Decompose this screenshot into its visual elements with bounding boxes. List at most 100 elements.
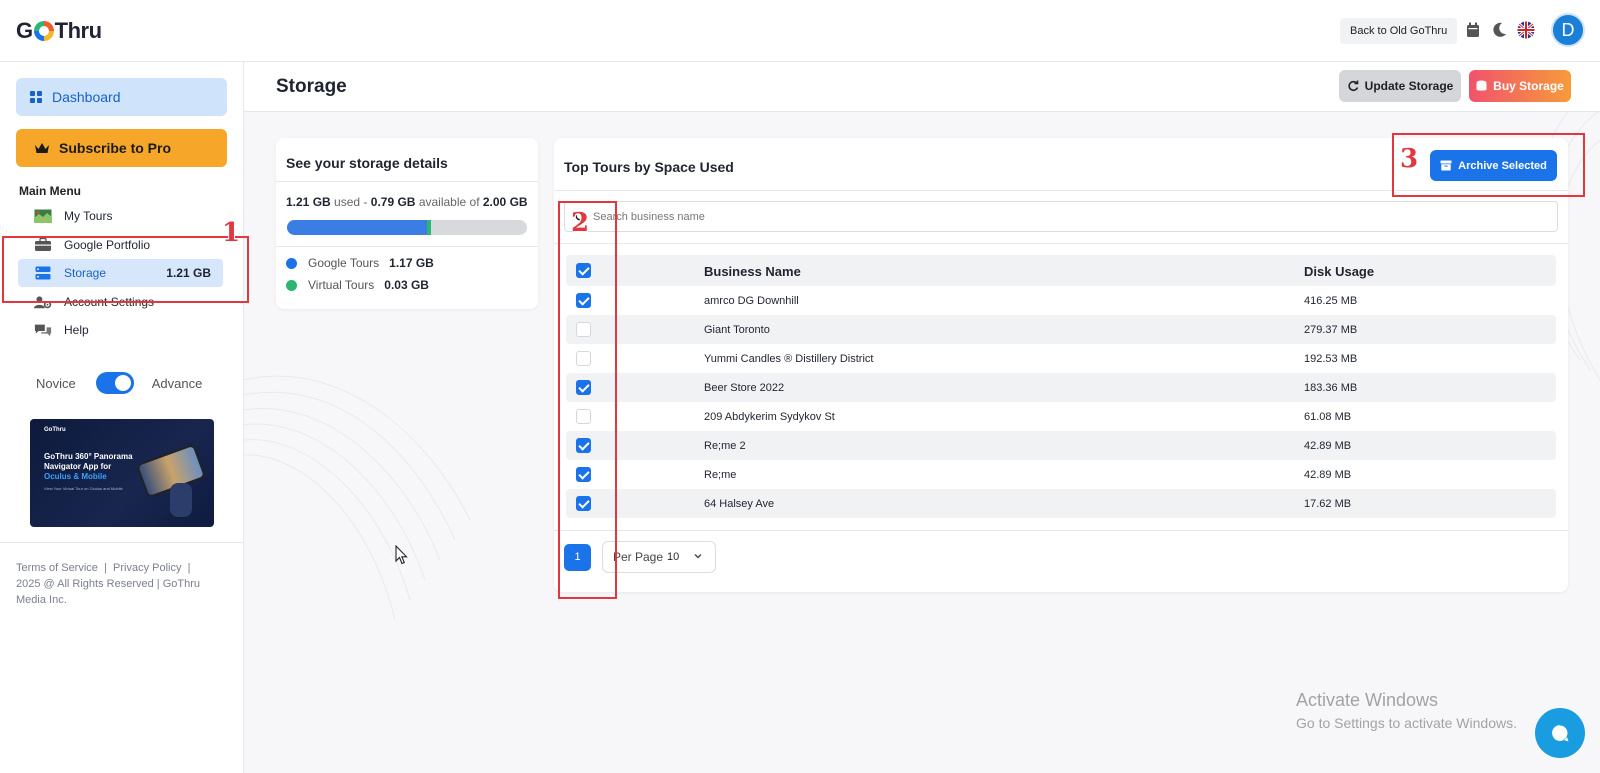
- uk-flag-language-icon[interactable]: [1516, 20, 1536, 40]
- available-value: 0.79 GB: [370, 195, 416, 209]
- sidebar-item-label: My Tours: [64, 209, 113, 223]
- annotation-box-1: [2, 236, 249, 303]
- disk-usage-cell: 192.53 MB: [1304, 353, 1358, 365]
- promo-vr-headset-image: [170, 483, 192, 517]
- used-value: 1.21 GB: [286, 195, 331, 209]
- storage-details-card: See your storage details 1.21 GB used - …: [276, 138, 538, 309]
- mouse-cursor-icon: [395, 545, 408, 565]
- search-input[interactable]: [593, 210, 1293, 223]
- table-row[interactable]: Giant Toronto 279.37 MB: [566, 315, 1556, 344]
- top-bar: G Thru Back to Old GoThru D: [0, 0, 1600, 62]
- update-storage-button[interactable]: Update Storage: [1339, 70, 1461, 102]
- annotation-number-3: 3: [1400, 144, 1419, 174]
- buy-storage-label: Buy Storage: [1493, 79, 1564, 93]
- mode-toggle-row: Novice Advance: [36, 372, 202, 394]
- column-header-business-name[interactable]: Business Name: [704, 264, 801, 279]
- table-row[interactable]: amrco DG Downhill 416.25 MB: [566, 286, 1556, 315]
- annotation-number-1: 1: [222, 218, 241, 248]
- business-name-cell: 209 Abdykerim Sydykov St: [704, 411, 835, 423]
- watermark-line-2: Go to Settings to activate Windows.: [1296, 715, 1517, 731]
- divider: [276, 246, 538, 247]
- sidebar-item-my-tours[interactable]: My Tours: [18, 202, 223, 230]
- business-name-cell: Beer Store 2022: [704, 382, 785, 394]
- dashboard-grid-icon: [30, 91, 42, 103]
- legend-google-tours: Google Tours 1.17 GB: [286, 256, 434, 270]
- gothru-logo[interactable]: G Thru: [16, 18, 102, 44]
- table-header: Business Name Disk Usage: [566, 255, 1556, 286]
- promo-title: GoThru 360° Panorama Navigator App for O…: [44, 452, 133, 481]
- google-tours-bar-segment: [287, 220, 428, 235]
- sidebar-item-label: Help: [64, 323, 89, 337]
- storage-usage-bar: [287, 220, 527, 235]
- subscribe-label: Subscribe to Pro: [59, 140, 172, 156]
- copyright-text: 2025 @ All Rights Reserved | GoThru Medi…: [16, 578, 200, 606]
- table-row[interactable]: Beer Store 2022 183.36 MB: [566, 373, 1556, 402]
- buy-storage-button[interactable]: Buy Storage: [1469, 70, 1571, 102]
- chevron-down-icon: [694, 554, 702, 559]
- windows-activation-watermark: Activate Windows Go to Settings to activ…: [1296, 690, 1517, 731]
- divider: [554, 530, 1568, 531]
- map-icon: [34, 209, 52, 223]
- business-name-cell: Re;me 2: [704, 440, 746, 452]
- virtual-tours-dot: [286, 279, 297, 291]
- disk-usage-cell: 279.37 MB: [1304, 324, 1358, 336]
- disk-usage-cell: 61.08 MB: [1304, 411, 1352, 423]
- disk-usage-cell: 42.89 MB: [1304, 469, 1352, 481]
- terms-link[interactable]: Terms of Service: [16, 562, 98, 574]
- page-title: Storage: [276, 76, 347, 97]
- chat-support-button[interactable]: [1535, 708, 1585, 758]
- table-row[interactable]: Yummi Candles ® Distillery District 192.…: [566, 344, 1556, 373]
- dashboard-button[interactable]: Dashboard: [16, 78, 227, 116]
- novice-label: Novice: [36, 375, 76, 391]
- table-row[interactable]: 209 Abdykerim Sydykov St 61.08 MB: [566, 402, 1556, 431]
- business-name-cell: 64 Halsey Ave: [704, 498, 775, 510]
- sidebar-item-help[interactable]: Help: [18, 316, 223, 344]
- search-box[interactable]: [564, 201, 1558, 232]
- promo-banner[interactable]: GoThru GoThru 360° Panorama Navigator Ap…: [30, 419, 214, 527]
- main-menu-title: Main Menu: [19, 184, 81, 198]
- annotation-number-2: 2: [571, 208, 590, 238]
- disk-usage-cell: 17.62 MB: [1304, 498, 1352, 510]
- chat-icon: [34, 323, 52, 337]
- business-name-cell: amrco DG Downhill: [704, 295, 799, 307]
- user-avatar[interactable]: D: [1551, 13, 1585, 47]
- refresh-icon: [1348, 80, 1358, 92]
- calendar-icon[interactable]: [1463, 20, 1483, 40]
- mode-toggle-switch[interactable]: [95, 372, 134, 394]
- divider: [554, 243, 1568, 244]
- dark-mode-moon-icon[interactable]: [1490, 20, 1510, 40]
- privacy-link[interactable]: Privacy Policy: [113, 562, 181, 574]
- sidebar-footer-divider: [0, 542, 243, 543]
- chat-bubble-icon: [1552, 725, 1569, 742]
- divider: [276, 181, 538, 182]
- watermark-line-1: Activate Windows: [1296, 690, 1439, 710]
- annotation-box-3: [1392, 133, 1585, 197]
- back-to-old-button[interactable]: Back to Old GoThru: [1340, 18, 1458, 44]
- google-tours-dot: [286, 257, 297, 269]
- business-name-cell: Yummi Candles ® Distillery District: [704, 353, 874, 365]
- update-storage-label: Update Storage: [1364, 79, 1454, 93]
- top-tours-title: Top Tours by Space Used: [564, 159, 734, 175]
- subscribe-pro-button[interactable]: Subscribe to Pro: [16, 129, 227, 167]
- business-name-cell: Giant Toronto: [704, 324, 770, 336]
- database-icon: [1476, 80, 1487, 91]
- per-page-select[interactable]: Per Page 10: [602, 541, 716, 573]
- top-tours-card: Top Tours by Space Used Archive Selected…: [554, 138, 1568, 592]
- table-row[interactable]: Re;me 42.89 MB: [566, 460, 1556, 489]
- promo-subtitle: View Your Virtual Tour on Oculus and Mob…: [44, 486, 123, 491]
- table-row[interactable]: Re;me 2 42.89 MB: [566, 431, 1556, 460]
- sidebar: Dashboard Subscribe to Pro Main Menu My …: [0, 62, 244, 773]
- crown-icon: [35, 143, 49, 153]
- disk-usage-cell: 42.89 MB: [1304, 440, 1352, 452]
- legal-footer: Terms of Service | Privacy Policy | 2025…: [16, 562, 200, 606]
- dashboard-label: Dashboard: [52, 89, 121, 105]
- annotation-box-2: [558, 201, 617, 599]
- legend-virtual-tours: Virtual Tours 0.03 GB: [286, 278, 429, 292]
- promo-logo: GoThru: [44, 427, 66, 433]
- disk-usage-cell: 416.25 MB: [1304, 295, 1358, 307]
- column-header-disk-usage[interactable]: Disk Usage: [1304, 264, 1374, 279]
- storage-card-title: See your storage details: [286, 155, 448, 171]
- per-page-value: 10: [667, 551, 680, 563]
- table-row[interactable]: 64 Halsey Ave 17.62 MB: [566, 489, 1556, 518]
- virtual-tours-bar-segment: [427, 220, 431, 235]
